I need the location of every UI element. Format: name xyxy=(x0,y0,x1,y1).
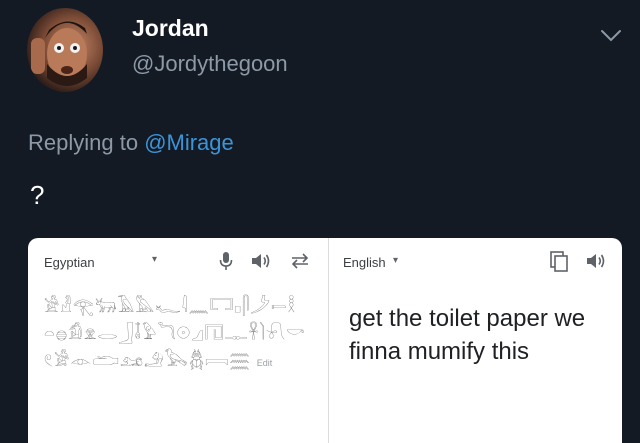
source-text[interactable]: 𓀀𓁐𓂀𓃒𓄿𓅓𓆑𓇋𓈖𓉐𓊪𓋴𓌳𓍿𓎛𓏏𓐍𓀁𓁷𓂋𓃀𓄤𓅱𓆓𓇳𓈎𓉔𓊃𓋹𓌙𓍯𓎡𓏲𓀂𓁹𓂧𓃭𓄂𓅂𓆣… xyxy=(44,294,316,377)
chevron-down-icon[interactable] xyxy=(598,24,624,46)
mention-link[interactable]: @Mirage xyxy=(144,130,234,155)
tweet-text: ? xyxy=(30,180,45,210)
replying-to-line: Replying to @Mirage xyxy=(28,130,234,156)
edit-link[interactable]: Edit xyxy=(257,358,273,368)
tweet-header: Jordan @Jordythegoon xyxy=(0,0,640,110)
source-language-select[interactable]: Egyptian xyxy=(44,255,95,270)
target-language-select[interactable]: English xyxy=(343,255,386,270)
swap-languages-icon[interactable] xyxy=(289,252,311,270)
speaker-icon[interactable] xyxy=(585,251,607,271)
avatar[interactable] xyxy=(27,8,103,92)
copy-icon[interactable] xyxy=(550,251,568,273)
dropdown-arrow-icon[interactable]: ▾ xyxy=(393,255,398,266)
avatar-photo xyxy=(31,21,87,86)
speaker-icon[interactable] xyxy=(250,251,272,271)
source-pane-header: Egyptian ▾ xyxy=(28,238,328,286)
translated-text: get the toilet paper we finna mumify thi… xyxy=(349,305,586,365)
target-pane-header: English ▾ xyxy=(329,238,622,286)
dropdown-arrow-icon[interactable]: ▾ xyxy=(152,254,157,265)
user-handle[interactable]: @Jordythegoon xyxy=(132,51,288,77)
display-name[interactable]: Jordan xyxy=(132,15,209,42)
translate-card: Egyptian ▾ English ▾ 𓀀𓁐𓂀𓃒𓄿𓅓� xyxy=(28,238,622,443)
replying-prefix: Replying to xyxy=(28,130,145,155)
microphone-icon[interactable] xyxy=(218,250,234,272)
